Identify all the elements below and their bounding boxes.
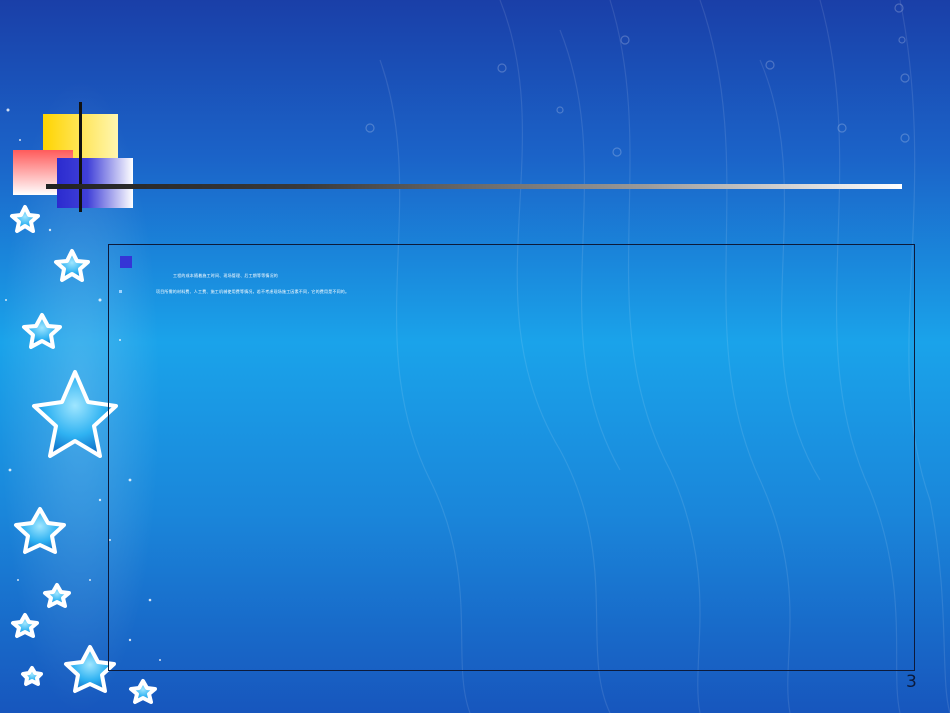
vertical-accent-line — [79, 102, 82, 212]
bullet-square-icon — [120, 256, 132, 268]
title-underline — [46, 184, 902, 189]
small-bullet-icon — [119, 290, 122, 293]
body-line-1: 工程的成本随着施工时间、现场管理、后工期等等情况的 — [173, 273, 278, 278]
slide: 工程的成本随着施工时间、现场管理、后工期等等情况的 项目所需的材料费、人工费、施… — [0, 0, 950, 713]
blue-accent-block — [57, 158, 133, 208]
body-line-2: 项目所需的材料费、人工费、施工机械使用费等情况，若不考虑现场施工因素不同，它的费… — [156, 289, 350, 294]
content-frame — [108, 244, 915, 671]
page-number: 3 — [906, 672, 917, 692]
